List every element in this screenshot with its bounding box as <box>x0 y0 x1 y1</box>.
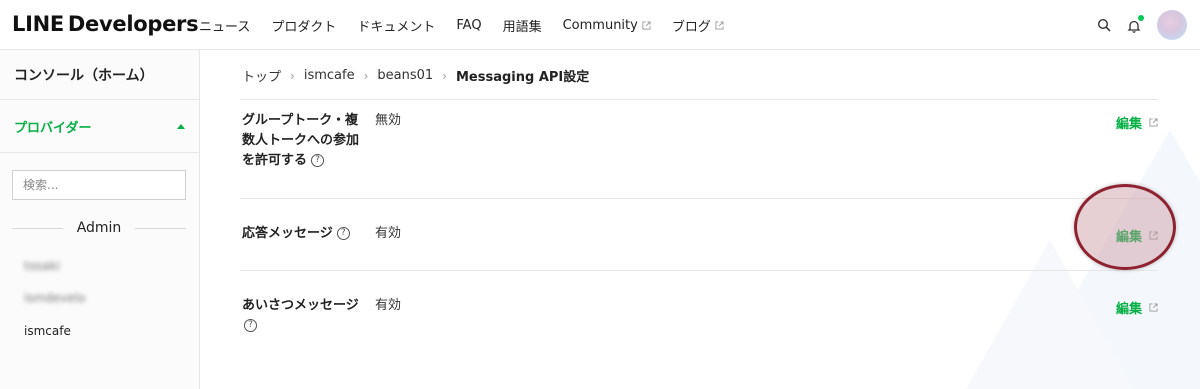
notification-dot <box>1138 15 1144 21</box>
external-link-icon <box>1149 118 1158 127</box>
sidebar: コンソール（ホーム） プロバイダー Admin tosaki ismdevelo… <box>0 50 200 389</box>
setting-value: 有効 <box>375 226 402 241</box>
breadcrumb-current: Messaging API設定 <box>455 70 590 85</box>
edit-group-chat-button[interactable]: 編集 <box>1116 113 1158 132</box>
sidebar-provider-ismcafe[interactable]: ismcafe <box>24 324 71 338</box>
external-link-icon <box>1149 303 1158 312</box>
setting-row-group-chat: グループトーク・複数人トークへの参加を許可する? 無効 編集 <box>240 99 1158 198</box>
line-developers-logo[interactable]: LINE Developers <box>12 12 199 36</box>
nav-blog[interactable]: ブログ <box>672 16 724 35</box>
caret-up-icon <box>177 123 185 129</box>
chevron-right-icon: › <box>363 68 369 83</box>
notification-button[interactable] <box>1127 15 1144 33</box>
setting-label: 応答メッセージ? <box>242 224 366 244</box>
help-icon[interactable]: ? <box>311 154 325 167</box>
help-icon[interactable]: ? <box>336 227 350 240</box>
main-nav: ニュース プロダクト ドキュメント FAQ 用語集 Community ブログ <box>199 0 745 50</box>
setting-value: 有効 <box>375 298 402 313</box>
external-link-icon <box>642 20 651 30</box>
sidebar-provider-item[interactable]: tosaki <box>24 259 60 273</box>
main-content: トップ › ismcafe › beans01 › Messaging API設… <box>200 50 1200 389</box>
header-actions <box>1097 0 1200 50</box>
admin-divider: Admin <box>12 220 186 236</box>
nav-glossary[interactable]: 用語集 <box>503 16 542 35</box>
setting-row-greeting: あいさつメッセージ? 有効 編集 <box>240 270 1158 389</box>
avatar[interactable] <box>1157 10 1187 40</box>
external-link-icon <box>715 20 724 30</box>
setting-value: 無効 <box>375 113 402 128</box>
highlight-circle-annotation <box>1074 184 1176 270</box>
top-header: LINE Developers ニュース プロダクト ドキュメント FAQ 用語集… <box>0 0 1200 50</box>
nav-faq[interactable]: FAQ <box>456 18 481 33</box>
chevron-right-icon: › <box>290 68 295 83</box>
edit-greeting-button[interactable]: 編集 <box>1116 298 1158 317</box>
setting-row-auto-reply: 応答メッセージ? 有効 編集 <box>240 198 1158 270</box>
help-icon[interactable]: ? <box>244 319 257 332</box>
nav-products[interactable]: プロダクト <box>271 16 336 35</box>
nav-docs[interactable]: ドキュメント <box>357 16 435 35</box>
sidebar-providers-toggle[interactable]: プロバイダー <box>0 100 199 153</box>
breadcrumb-provider[interactable]: ismcafe <box>304 68 355 83</box>
nav-community[interactable]: Community <box>563 18 651 33</box>
setting-label: あいさつメッセージ? <box>242 298 359 332</box>
breadcrumb-top[interactable]: トップ <box>242 66 281 85</box>
nav-news[interactable]: ニュース <box>199 16 250 35</box>
sidebar-console-home[interactable]: コンソール（ホーム） <box>0 50 199 100</box>
sidebar-provider-item[interactable]: ismdevelo <box>24 291 85 305</box>
chevron-right-icon: › <box>442 68 447 83</box>
breadcrumb: トップ › ismcafe › beans01 › Messaging API設… <box>242 66 589 85</box>
provider-search-input[interactable] <box>12 170 186 200</box>
setting-label: グループトーク・複数人トークへの参加を許可する? <box>242 113 360 168</box>
search-icon[interactable] <box>1097 18 1111 32</box>
breadcrumb-channel[interactable]: beans01 <box>377 68 433 83</box>
bell-icon <box>1127 20 1141 33</box>
